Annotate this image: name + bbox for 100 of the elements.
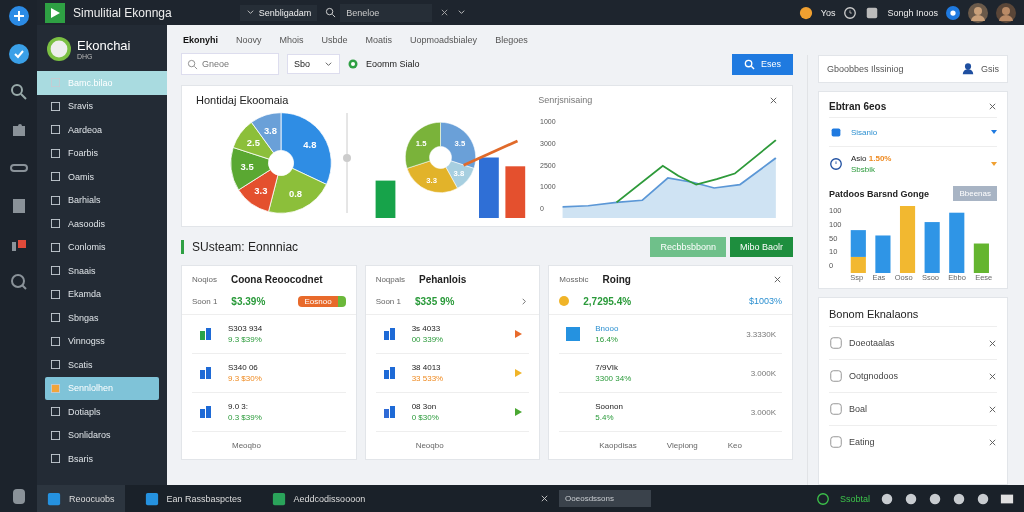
close-icon[interactable] (440, 8, 450, 17)
app-icon[interactable] (8, 6, 29, 26)
close-icon[interactable] (773, 274, 782, 284)
list-item[interactable]: Eating (829, 425, 997, 458)
taskbar-item[interactable]: Reoocuobs (37, 485, 125, 512)
section-title: SUsteam: Eonnniac (181, 240, 299, 254)
caret-icon (991, 161, 997, 167)
tab[interactable]: Blegoes (495, 35, 528, 45)
card-footer-link[interactable]: Kaopdisas (599, 441, 637, 450)
avatar[interactable] (996, 2, 1016, 23)
taskbar-item[interactable]: Aeddcodissoooon (261, 485, 376, 512)
trend-line (463, 139, 519, 167)
sidebar-item[interactable]: Ekamda (37, 282, 167, 306)
tab[interactable]: Moatis (365, 35, 393, 45)
status-badge: Eosnoo (298, 295, 346, 307)
clock-icon[interactable] (843, 5, 858, 20)
circle-icon[interactable] (946, 5, 960, 20)
tab[interactable]: Mhois (279, 35, 304, 45)
play-icon[interactable] (513, 407, 524, 417)
square-icon (51, 336, 60, 346)
card-footer-link[interactable]: Neoqbo (415, 441, 444, 450)
bar (375, 180, 396, 218)
tab[interactable]: Noovy (236, 35, 262, 45)
square-icon (51, 148, 60, 158)
sidebar-item[interactable]: Barhials (37, 188, 167, 212)
panel-row[interactable]: Asio 1.50% Sbsbik (829, 146, 997, 181)
box-icon (865, 5, 880, 20)
tab[interactable]: Uopmoadsbialey (410, 35, 478, 45)
sidebar-item[interactable]: Vinnogss (37, 329, 167, 353)
dropdown[interactable]: Senbligadam (239, 4, 318, 21)
card-footer-link[interactable]: Vlepiong (666, 441, 698, 450)
bar (924, 222, 940, 273)
square-icon (829, 369, 843, 383)
search-icon[interactable] (325, 7, 337, 18)
list-item[interactable]: Boal (829, 392, 997, 425)
list-item[interactable]: Doeotaalas (829, 326, 997, 359)
search-field[interactable]: Beneloe (340, 3, 433, 22)
sidebar-item[interactable]: Snaais (37, 259, 167, 283)
sidebar-item[interactable]: Bsaris (37, 447, 167, 471)
close-icon[interactable] (988, 437, 997, 447)
sidebar-item[interactable]: Dotiapls (37, 400, 167, 424)
tab[interactable]: Usbde (321, 35, 348, 45)
sidebar-item[interactable]: Sbngas (37, 306, 167, 330)
card-footer-link[interactable]: Meoqbo (232, 441, 261, 450)
tray-icon[interactable] (904, 491, 918, 506)
search-icon (744, 58, 755, 70)
chevron-icon[interactable] (457, 8, 467, 17)
close-icon[interactable] (769, 95, 778, 105)
donut-label: 3.5 (454, 139, 466, 149)
person-icon[interactable] (961, 62, 975, 76)
sidebar-item[interactable]: Aasoodis (37, 212, 167, 236)
chart-icon (381, 365, 398, 381)
sidebar-item[interactable]: Aardeoa (37, 118, 167, 142)
search-action[interactable]: Gsis (981, 64, 999, 74)
primary-button[interactable]: Mibo Baolr (729, 237, 793, 257)
row-change: 33 533% (411, 374, 444, 383)
sidebar-item[interactable]: Conlomis (37, 235, 167, 259)
card-value: 2,7295.4% (583, 295, 632, 307)
logo-icon (45, 2, 65, 23)
close-icon[interactable] (540, 494, 550, 503)
tray-icon[interactable] (952, 491, 966, 506)
square-icon (51, 407, 60, 417)
sidebar-item[interactable]: Sravis (37, 94, 167, 118)
chart-icon (198, 365, 214, 381)
sidebar-item[interactable]: Scatis (37, 353, 167, 377)
sidebar-item[interactable]: Oamis (37, 165, 167, 189)
close-icon[interactable] (988, 338, 997, 348)
search-field[interactable]: Ooeosdssons (559, 490, 652, 507)
check-icon[interactable] (8, 44, 29, 64)
taskbar-item[interactable]: Ean Rassbaspctes (134, 485, 252, 512)
panel-row[interactable]: Sisanio (829, 117, 997, 146)
sidebar-item[interactable]: Foarbis (37, 141, 167, 165)
close-icon[interactable] (988, 371, 997, 381)
search-icon[interactable] (8, 272, 29, 292)
brand-logo-icon (47, 37, 71, 61)
close-icon[interactable] (988, 404, 997, 414)
clock-icon (829, 157, 843, 171)
search-button[interactable]: Eses (732, 53, 793, 75)
tab[interactable]: Ekonyhi (183, 35, 218, 45)
select-field[interactable]: Sbo (287, 54, 340, 74)
sidebar-item[interactable]: Sonlidaros (37, 423, 167, 447)
search-field[interactable]: Gneoe (181, 53, 279, 75)
brand-name: Ekonchai (77, 38, 131, 53)
avatar[interactable] (968, 2, 988, 23)
account-label[interactable]: Songh Inoos (887, 7, 938, 18)
row-amount: 3.000K (750, 368, 776, 378)
search-icon[interactable] (8, 82, 29, 102)
play-icon[interactable] (513, 329, 524, 339)
tray-icon[interactable] (880, 491, 894, 506)
list-item[interactable]: Ootgnodoos (829, 359, 997, 392)
close-icon[interactable] (988, 102, 997, 111)
pie-label: 3.3 (254, 184, 268, 196)
chevron-icon (324, 59, 333, 69)
square-icon (51, 125, 60, 135)
card-footer-link[interactable]: Keo (727, 441, 742, 450)
square-icon (51, 289, 60, 299)
tray-icon[interactable] (928, 491, 942, 506)
tray-icon[interactable] (976, 491, 990, 506)
square-icon (51, 242, 60, 252)
square-icon (51, 383, 60, 393)
